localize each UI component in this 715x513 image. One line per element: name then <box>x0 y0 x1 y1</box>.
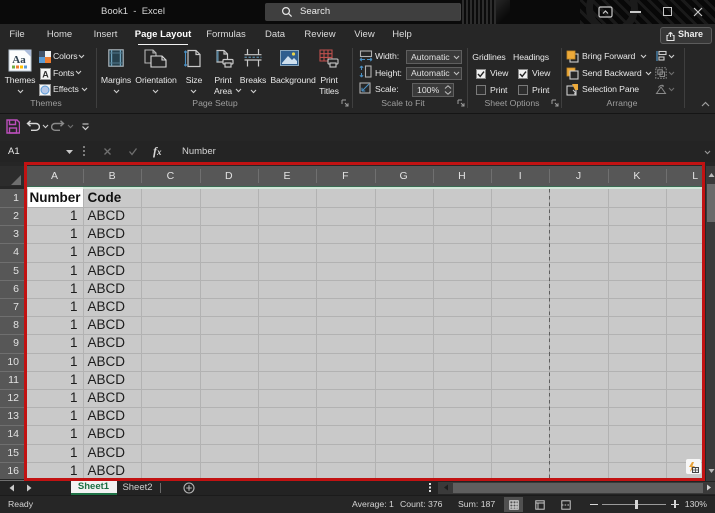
svg-text:A: A <box>42 69 49 79</box>
svg-text:Aa: Aa <box>12 54 26 66</box>
